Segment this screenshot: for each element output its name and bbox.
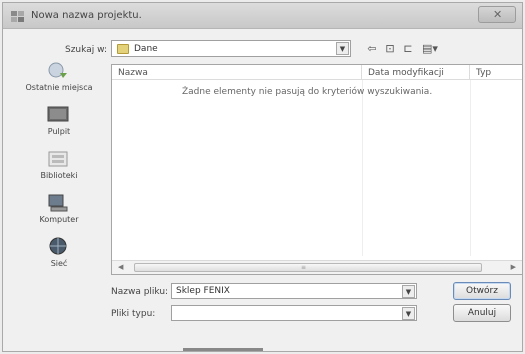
cancel-button[interactable]: Anuluj <box>453 304 511 322</box>
file-list[interactable]: Nazwa Data modyfikacji Typ Żadne element… <box>111 64 523 275</box>
place-label: Ostatnie miejsca <box>25 83 93 92</box>
title-bar[interactable]: Nowa nazwa projektu. ✕ <box>3 3 522 29</box>
libraries-icon <box>48 151 68 167</box>
new-folder-icon[interactable]: ⊏ <box>401 42 415 55</box>
place-recent[interactable]: Ostatnie miejsca <box>25 61 93 105</box>
chevron-down-icon[interactable]: ▼ <box>402 307 415 320</box>
place-label: Komputer <box>39 215 79 224</box>
bottom-edge-shadow <box>183 348 263 351</box>
chevron-down-icon[interactable]: ▼ <box>402 285 415 298</box>
filetype-select[interactable]: ▼ <box>171 305 417 321</box>
window-title: Nowa nazwa projektu. <box>31 10 142 21</box>
up-folder-icon[interactable]: ⊡ <box>383 42 397 55</box>
view-menu-icon[interactable]: ▤▾ <box>419 42 441 55</box>
column-header-name[interactable]: Nazwa <box>112 65 362 80</box>
column-header-date[interactable]: Data modyfikacji <box>362 65 470 80</box>
horizontal-scrollbar[interactable]: ◀ ≡ ▶ <box>112 260 522 274</box>
places-bar: Ostatnie miejsca Pulpit Biblioteki Kompu… <box>25 61 93 271</box>
look-in-value: Dane <box>134 44 158 54</box>
close-icon: ✕ <box>493 8 503 21</box>
close-button[interactable]: ✕ <box>478 6 516 23</box>
app-icon <box>11 11 24 22</box>
filename-value: Sklep FENIX <box>176 286 230 296</box>
folder-icon <box>117 44 129 54</box>
place-computer[interactable]: Komputer <box>25 193 93 237</box>
place-network[interactable]: Sieć <box>25 237 93 281</box>
place-label: Sieć <box>50 259 68 268</box>
column-header-type[interactable]: Typ <box>470 65 522 80</box>
place-label: Pulpit <box>47 127 71 136</box>
look-in-label: Szukaj w: <box>65 45 107 55</box>
filename-input[interactable]: Sklep FENIX ▼ <box>171 283 417 299</box>
file-dialog-window: Nowa nazwa projektu. ✕ Szukaj w: Dane ▼ … <box>2 2 523 352</box>
scrollbar-thumb[interactable]: ≡ <box>134 263 482 272</box>
column-divider <box>470 80 471 256</box>
open-button[interactable]: Otwórz <box>453 282 511 300</box>
look-in-dropdown[interactable]: Dane ▼ <box>111 40 351 57</box>
computer-icon <box>48 194 68 212</box>
network-icon <box>49 237 67 255</box>
scroll-right-icon[interactable]: ▶ <box>511 263 516 271</box>
empty-message: Żadne elementy nie pasują do kryteriów w… <box>182 87 433 97</box>
place-desktop[interactable]: Pulpit <box>25 105 93 149</box>
grip-icon: ≡ <box>301 264 307 271</box>
place-label: Biblioteki <box>40 171 78 180</box>
chevron-down-icon[interactable]: ▼ <box>336 42 349 55</box>
back-arrow-icon[interactable]: ⇦ <box>365 42 379 55</box>
filename-label: Nazwa pliku: <box>111 287 169 297</box>
desktop-icon <box>47 106 69 122</box>
column-divider <box>362 80 363 256</box>
scroll-left-icon[interactable]: ◀ <box>118 263 123 271</box>
place-libraries[interactable]: Biblioteki <box>25 149 93 193</box>
recent-places-icon <box>48 62 67 78</box>
filetype-label: Pliki typu: <box>111 309 156 319</box>
